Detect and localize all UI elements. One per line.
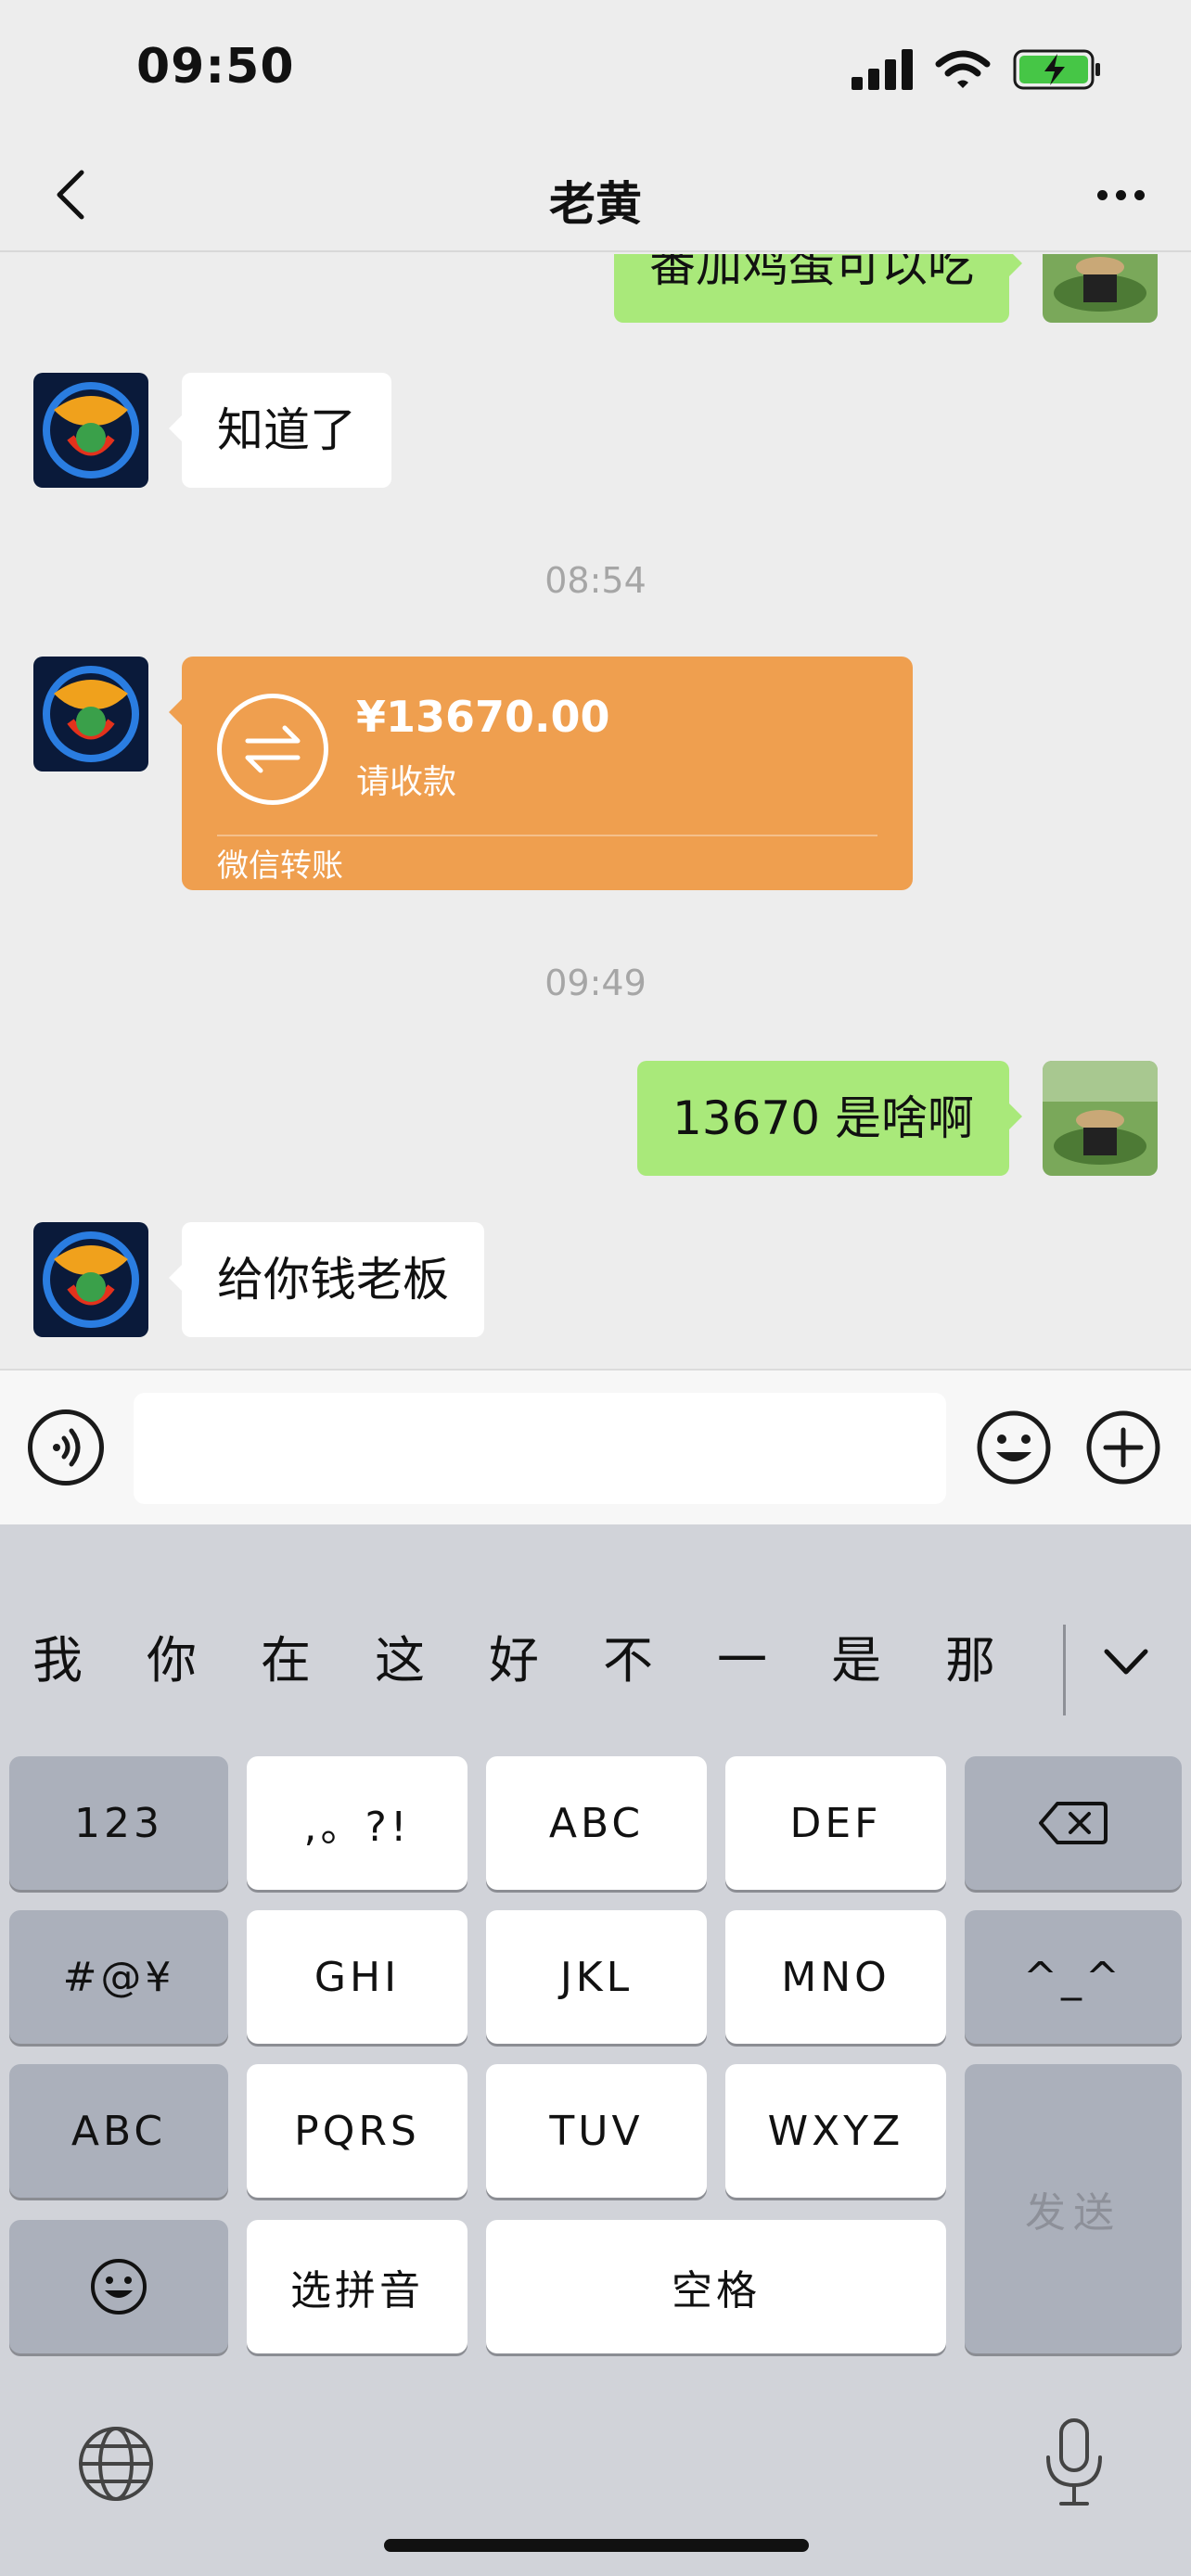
candidate[interactable]: 不 xyxy=(591,1612,665,1710)
key-symbols[interactable]: #@¥ xyxy=(9,1910,228,2044)
transfer-status: 请收款 xyxy=(356,763,457,801)
key-tuv[interactable]: TUV xyxy=(486,2064,707,2198)
delete-key[interactable] xyxy=(965,1756,1182,1890)
nav-bar: 老黄 xyxy=(0,139,1191,252)
home-indicator[interactable] xyxy=(384,2539,809,2552)
timestamp: 08:54 xyxy=(544,560,647,601)
keyboard: 我 你 在 这 好 不 一 是 那 123 ,。?! ABC DEF #@¥ G… xyxy=(0,1524,1191,2576)
chat-area[interactable]: 番加鸡蛋可以吃 知道了 08:54 ¥13670.00 请收款 微信转账 09:… xyxy=(0,254,1191,1367)
collapse-candidates-button[interactable] xyxy=(1089,1625,1163,1699)
candidate[interactable]: 在 xyxy=(249,1612,323,1710)
message-bubble[interactable]: 知道了 xyxy=(169,373,391,488)
chevron-down-icon xyxy=(1104,1649,1148,1675)
key-pqrs[interactable]: PQRS xyxy=(247,2064,467,2198)
key-jkl[interactable]: JKL xyxy=(486,1910,707,2044)
wifi-icon xyxy=(935,50,991,88)
emoji-icon xyxy=(977,1410,1051,1485)
message-bubble[interactable]: 番加鸡蛋可以吃 xyxy=(614,254,1022,323)
candidate-bar: 我 你 在 这 好 不 一 是 那 xyxy=(0,1612,1191,1715)
key-kaomoji[interactable]: ^_^ xyxy=(965,1910,1182,2044)
message-transfer: ¥13670.00 请收款 微信转账 xyxy=(0,657,1191,890)
emoji-button[interactable] xyxy=(976,1409,1052,1486)
status-icons xyxy=(852,46,1102,93)
message-outgoing: 13670 是啥啊 xyxy=(0,1061,1191,1176)
status-bar: 09:50 xyxy=(0,0,1191,139)
candidate[interactable]: 一 xyxy=(705,1612,779,1710)
voice-button[interactable] xyxy=(28,1409,104,1486)
divider xyxy=(1063,1625,1066,1715)
status-time: 09:50 xyxy=(136,39,295,95)
chat-title: 老黄 xyxy=(549,177,642,231)
candidate[interactable]: 好 xyxy=(477,1612,551,1710)
key-def[interactable]: DEF xyxy=(725,1756,946,1890)
timestamp: 09:49 xyxy=(544,963,647,1003)
key-ghi[interactable]: GHI xyxy=(247,1910,467,2044)
key-123[interactable]: 123 xyxy=(9,1756,228,1890)
key-pinyin[interactable]: 选拼音 xyxy=(247,2220,467,2353)
message-incoming: 给你钱老板 xyxy=(0,1222,1191,1337)
avatar-contact[interactable] xyxy=(33,373,148,488)
candidate[interactable]: 你 xyxy=(134,1612,209,1710)
space-key[interactable]: 空格 xyxy=(486,2220,946,2353)
message-bubble[interactable]: 13670 是啥啊 xyxy=(637,1061,1022,1176)
candidate[interactable]: 那 xyxy=(933,1612,1007,1710)
plus-icon xyxy=(1086,1410,1160,1485)
key-punctuation[interactable]: ,。?! xyxy=(247,1756,467,1890)
candidate[interactable]: 我 xyxy=(20,1612,95,1710)
candidate[interactable]: 这 xyxy=(363,1612,437,1710)
send-key[interactable]: 发送 xyxy=(965,2064,1182,2353)
battery-charging-icon xyxy=(1013,49,1100,90)
transfer-amount: ¥13670.00 xyxy=(356,692,610,742)
key-mno[interactable]: MNO xyxy=(725,1910,946,2044)
key-wxyz[interactable]: WXYZ xyxy=(725,2064,946,2198)
more-functions-button[interactable] xyxy=(1085,1409,1161,1486)
more-icon xyxy=(1096,189,1108,200)
transfer-card[interactable]: ¥13670.00 请收款 微信转账 xyxy=(169,657,913,890)
globe-icon[interactable] xyxy=(74,2422,158,2506)
input-bar xyxy=(0,1369,1191,1524)
emoji-icon xyxy=(91,2259,147,2315)
delete-icon xyxy=(1039,1802,1108,1844)
message-outgoing: 番加鸡蛋可以吃 xyxy=(0,254,1191,328)
message-bubble[interactable]: 给你钱老板 xyxy=(169,1222,484,1337)
avatar-contact[interactable] xyxy=(33,657,148,772)
divider xyxy=(217,835,877,836)
mic-icon[interactable] xyxy=(1037,2417,1111,2509)
candidate[interactable]: 是 xyxy=(819,1612,893,1710)
avatar-self[interactable] xyxy=(1043,1061,1158,1176)
message-input[interactable] xyxy=(134,1393,946,1504)
avatar-self[interactable] xyxy=(1043,254,1158,323)
transfer-label: 微信转账 xyxy=(217,848,343,885)
more-button[interactable] xyxy=(1083,167,1158,223)
transfer-icon xyxy=(217,694,328,805)
message-incoming: 知道了 xyxy=(0,373,1191,488)
key-abc-mode[interactable]: ABC xyxy=(9,2064,228,2198)
avatar-contact[interactable] xyxy=(33,1222,148,1337)
signal-icon xyxy=(852,49,913,90)
key-abc[interactable]: ABC xyxy=(486,1756,707,1890)
emoji-key[interactable] xyxy=(9,2220,228,2353)
voice-icon xyxy=(53,1428,81,1467)
